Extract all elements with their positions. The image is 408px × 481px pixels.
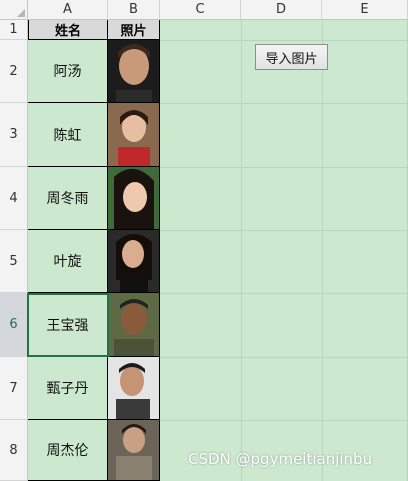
photo-cell[interactable] bbox=[108, 420, 160, 481]
gridline bbox=[160, 357, 408, 358]
portrait-photo bbox=[108, 167, 159, 229]
row-header-8[interactable]: 8 bbox=[0, 420, 28, 481]
watermark: CSDN @pgymeitianjinbu bbox=[188, 450, 373, 468]
select-all-corner[interactable] bbox=[0, 0, 28, 20]
column-header-e[interactable]: E bbox=[322, 0, 408, 20]
name-cell[interactable]: 陈虹 bbox=[28, 103, 108, 167]
portrait-photo bbox=[108, 357, 159, 419]
row-header-1[interactable]: 1 bbox=[0, 20, 28, 40]
portrait-photo bbox=[108, 293, 159, 356]
gridline bbox=[241, 20, 242, 481]
gridline bbox=[160, 293, 408, 294]
row-header-3[interactable]: 3 bbox=[0, 103, 28, 167]
spreadsheet: A B C D E 1 2 3 4 5 6 7 8 姓名 照片 阿汤 陈虹 周冬… bbox=[0, 0, 408, 481]
photo-cell[interactable] bbox=[108, 230, 160, 293]
portrait-photo bbox=[108, 40, 159, 102]
import-image-button[interactable]: 导入图片 bbox=[255, 44, 328, 70]
row-header-2[interactable]: 2 bbox=[0, 40, 28, 103]
gridline bbox=[160, 420, 408, 421]
photo-cell[interactable] bbox=[108, 103, 160, 167]
portrait-photo bbox=[108, 420, 159, 480]
row-header-7[interactable]: 7 bbox=[0, 357, 28, 420]
photo-cell[interactable] bbox=[108, 293, 160, 357]
name-cell[interactable]: 甄子丹 bbox=[28, 357, 108, 420]
portrait-photo bbox=[108, 103, 159, 166]
gridline bbox=[160, 40, 408, 41]
name-cell[interactable]: 阿汤 bbox=[28, 40, 108, 103]
header-cell-photo[interactable]: 照片 bbox=[107, 20, 160, 40]
name-cell[interactable]: 王宝强 bbox=[28, 293, 108, 357]
row-header-6[interactable]: 6 bbox=[0, 293, 28, 357]
photo-cell[interactable] bbox=[108, 167, 160, 230]
row-header-5[interactable]: 5 bbox=[0, 230, 28, 293]
name-cell[interactable]: 周冬雨 bbox=[28, 167, 108, 230]
name-cell[interactable]: 叶旋 bbox=[28, 230, 108, 293]
column-header-a[interactable]: A bbox=[28, 0, 108, 20]
gridline bbox=[160, 167, 408, 168]
gridline bbox=[160, 103, 408, 104]
gridline bbox=[322, 20, 323, 481]
portrait-photo bbox=[108, 230, 159, 292]
header-cell-name[interactable]: 姓名 bbox=[28, 20, 108, 40]
photo-cell[interactable] bbox=[108, 40, 160, 103]
photo-cell[interactable] bbox=[108, 357, 160, 420]
gridline bbox=[160, 230, 408, 231]
row-header-4[interactable]: 4 bbox=[0, 167, 28, 230]
name-cell[interactable]: 周杰伦 bbox=[28, 420, 108, 481]
column-header-b[interactable]: B bbox=[108, 0, 160, 20]
column-header-d[interactable]: D bbox=[241, 0, 322, 20]
column-header-c[interactable]: C bbox=[160, 0, 241, 20]
